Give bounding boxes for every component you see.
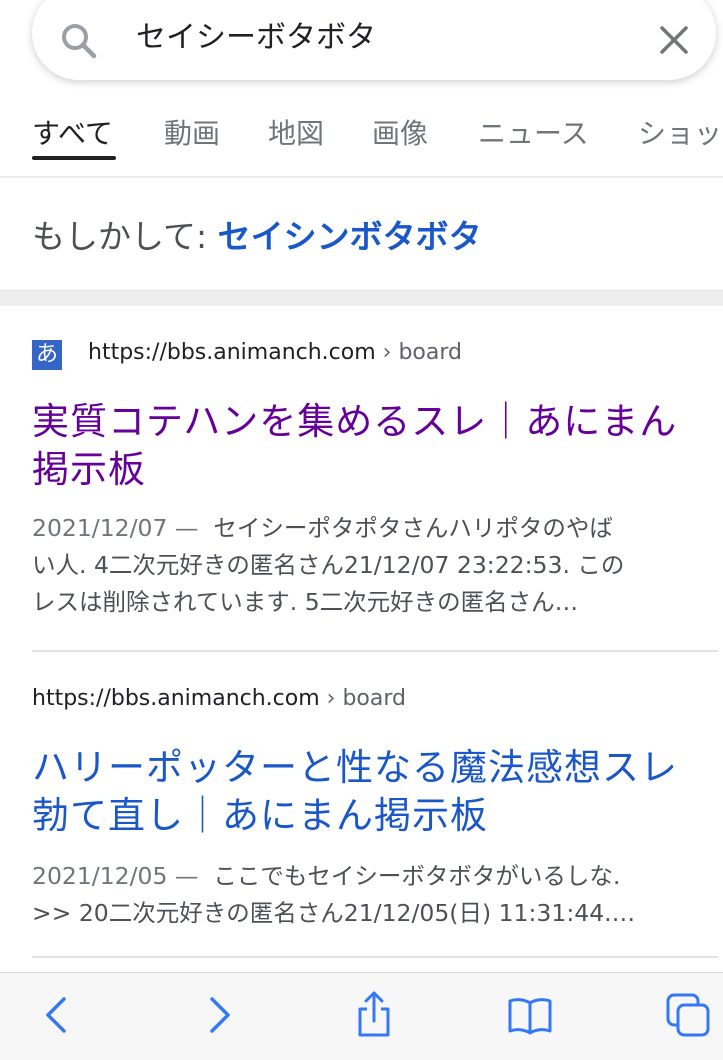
search-tabs: すべて 動画 地図 画像 ニュース ショッ xyxy=(0,100,723,178)
tab-images[interactable]: 画像 xyxy=(372,112,428,152)
active-tab-indicator xyxy=(32,156,116,160)
result-date: 2021/12/07 — xyxy=(32,514,199,542)
snippet-line: レスは削除されています. 5二次元好きの匿名さん… xyxy=(32,588,579,616)
search-query[interactable]: セイシーボタボタ xyxy=(136,12,376,56)
result-title-line: 掲示板 xyxy=(32,448,146,491)
book-icon[interactable] xyxy=(506,991,554,1039)
result-snippet: 2021/12/07 — セイシーポタポタさんハリポタのやば い人. 4二次元好… xyxy=(32,510,704,621)
tab-shopping[interactable]: ショッ xyxy=(638,112,722,152)
result-snippet: 2021/12/05 — ここでもセイシーボタボタがいるしな. >> 20二次元… xyxy=(32,858,704,932)
browser-toolbar xyxy=(0,972,723,1060)
result-domain: https://bbs.animanch.com xyxy=(32,686,320,711)
result-title-line: ハリーポッターと性なる魔法感想スレ xyxy=(32,746,678,789)
divider xyxy=(0,176,723,178)
tab-maps[interactable]: 地図 xyxy=(268,112,324,152)
did-you-mean-prefix: もしかして: xyxy=(32,217,208,256)
section-separator xyxy=(0,290,723,306)
tab-news[interactable]: ニュース xyxy=(478,112,589,152)
site-favicon: あ xyxy=(32,340,62,370)
close-icon[interactable] xyxy=(656,22,692,58)
snippet-line: ここでもセイシーボタボタがいるしな. xyxy=(213,862,621,890)
did-you-mean: もしかして: セイシンボタボタ xyxy=(32,210,482,258)
result-domain: https://bbs.animanch.com xyxy=(88,340,376,365)
search-icon[interactable] xyxy=(58,20,100,62)
chevron-right-icon[interactable] xyxy=(194,991,242,1039)
result-breadcrumb: › board xyxy=(326,686,406,711)
result-divider xyxy=(32,956,718,958)
result-title-line: 実質コテハンを集めるスレ｜あにまん xyxy=(32,400,678,443)
search-results-page: セイシーボタボタ すべて 動画 地図 画像 ニュース ショッ もしかして: セイ… xyxy=(0,0,723,1060)
result-url[interactable]: https://bbs.animanch.com › board xyxy=(88,340,462,365)
share-icon[interactable] xyxy=(350,991,398,1039)
did-you-mean-suggestion[interactable]: セイシンボタボタ xyxy=(218,217,482,256)
result-date: 2021/12/05 — xyxy=(32,862,199,890)
chevron-left-icon[interactable] xyxy=(34,991,82,1039)
tab-all[interactable]: すべて xyxy=(32,112,113,152)
tab-videos[interactable]: 動画 xyxy=(164,112,220,152)
result-divider xyxy=(32,650,718,652)
snippet-line: い人. 4二次元好きの匿名さん21/12/07 23:22:53. この xyxy=(32,551,625,579)
result-url[interactable]: https://bbs.animanch.com › board xyxy=(32,686,406,711)
snippet-line: セイシーポタポタさんハリポタのやば xyxy=(213,514,613,542)
result-breadcrumb: › board xyxy=(382,340,462,365)
tabs-icon[interactable] xyxy=(664,991,712,1039)
result-title-link[interactable]: ハリーポッターと性なる魔法感想スレ 勃て直し｜あにまん掲示板 xyxy=(32,744,712,840)
result-title-line: 勃て直し｜あにまん掲示板 xyxy=(32,794,488,837)
snippet-line: >> 20二次元好きの匿名さん21/12/05(日) 11:31:44.… xyxy=(32,899,636,927)
result-title-link[interactable]: 実質コテハンを集めるスレ｜あにまん 掲示板 xyxy=(32,398,712,494)
search-bar[interactable]: セイシーボタボタ xyxy=(32,0,716,80)
